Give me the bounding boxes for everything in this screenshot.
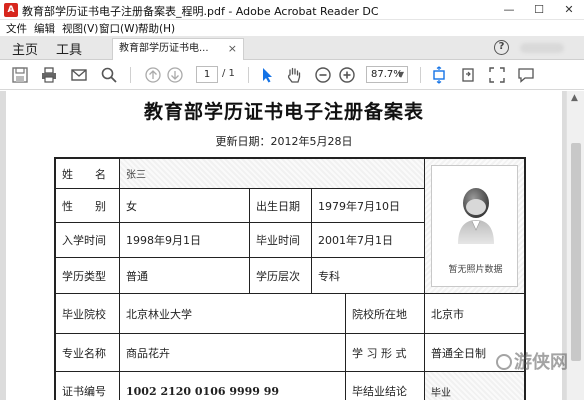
arrow-up-icon[interactable] (144, 66, 162, 84)
scroll-up-icon[interactable]: ▲ (571, 93, 578, 103)
enroll-label: 入学时间 (56, 223, 120, 258)
avatar-placeholder-icon (458, 188, 494, 244)
menu-bar: 文件 编辑 视图(V) 窗口(W) 帮助(H) (0, 20, 584, 36)
toolbar-divider (420, 67, 421, 83)
birth-label: 出生日期 (250, 189, 312, 223)
enroll-value: 1998年9月1日 (120, 223, 250, 258)
cursor-icon[interactable] (258, 66, 276, 84)
tab-bar: 主页 工具 教育部学历证书电... × ? (0, 36, 584, 60)
title-bar: A 教育部学历证书电子注册备案表_程明.pdf - Adobe Acrobat … (0, 0, 584, 20)
zoom-select[interactable]: 87.7% ▼ (366, 66, 408, 83)
birth-value: 1979年7月10日 (312, 189, 425, 223)
name-value: 张三 (120, 159, 425, 189)
major-label: 专业名称 (56, 334, 120, 372)
page-total: / 1 (222, 68, 235, 79)
toolbar-divider (130, 67, 131, 83)
study-form-label: 学 习 形 式 (346, 334, 425, 372)
save-icon[interactable] (11, 66, 29, 84)
graduate-value: 2001年7月1日 (312, 223, 425, 258)
document-title: 教育部学历证书电子注册备案表 (143, 101, 424, 123)
photo-cell: 暂无照片数据 (425, 159, 524, 294)
cert-value: 1002 2120 0106 9999 99 (120, 372, 346, 400)
zoom-out-icon[interactable] (314, 66, 332, 84)
pdf-page: 教育部学历证书电子注册备案表 更新日期：2012年5月28日 姓 名 张三 性 … (6, 91, 562, 400)
watermark-text: 游侠网 (514, 352, 568, 373)
graduate-label: 毕业时间 (250, 223, 312, 258)
vertical-scrollbar[interactable]: ▲ (566, 91, 584, 400)
hand-icon[interactable] (285, 66, 303, 84)
print-icon[interactable] (40, 66, 58, 84)
rotate-icon[interactable] (459, 66, 477, 84)
watermark-logo-icon (496, 354, 512, 370)
tab-tools[interactable]: 工具 (56, 39, 82, 58)
menu-file[interactable]: 文件 (6, 21, 27, 36)
update-date: 更新日期：2012年5月28日 (215, 135, 353, 148)
arrow-down-icon[interactable] (166, 66, 184, 84)
chevron-down-icon: ▼ (397, 70, 404, 79)
menu-edit[interactable]: 编辑 (34, 21, 55, 36)
window-title: 教育部学历证书电子注册备案表_程明.pdf - Adobe Acrobat Re… (22, 5, 379, 18)
search-icon[interactable] (100, 66, 118, 84)
zoom-in-icon[interactable] (338, 66, 356, 84)
cert-label: 证书编号 (56, 372, 120, 400)
gender-label: 性 别 (56, 189, 120, 223)
type-label: 学历类型 (56, 258, 120, 294)
location-label: 院校所在地 (346, 294, 425, 334)
comment-icon[interactable] (517, 66, 535, 84)
tab-close-icon[interactable]: × (228, 39, 237, 59)
name-label: 姓 名 (56, 159, 120, 189)
close-window-button[interactable]: ✕ (554, 0, 584, 20)
tab-home[interactable]: 主页 (12, 39, 38, 58)
scrollbar-thumb[interactable] (571, 143, 581, 361)
type-value: 普通 (120, 258, 250, 294)
gender-value: 女 (120, 189, 250, 223)
maximize-button[interactable]: ☐ (524, 0, 554, 20)
toolbar-divider (248, 67, 249, 83)
conclusion-label: 毕结业结论 (346, 372, 425, 400)
fullscreen-icon[interactable] (488, 66, 506, 84)
site-watermark: 游侠网 (496, 348, 568, 374)
account-area[interactable] (520, 43, 564, 53)
menu-help[interactable]: 帮助(H) (138, 21, 175, 36)
school-value: 北京林业大学 (120, 294, 346, 334)
toolbar: 1 / 1 87.7% ▼ (0, 60, 584, 90)
page-number-input[interactable]: 1 (196, 66, 218, 83)
fit-page-icon[interactable] (430, 66, 448, 84)
level-label: 学历层次 (250, 258, 312, 294)
location-value: 北京市 (425, 294, 524, 334)
minimize-button[interactable]: — (494, 0, 524, 20)
photo-caption: 暂无照片数据 (448, 265, 503, 275)
level-value: 专科 (312, 258, 425, 294)
email-icon[interactable] (70, 66, 88, 84)
tab-document-label: 教育部学历证书电... (119, 43, 209, 54)
registration-form: 姓 名 张三 性 别 女 出生日期 1979年7月10日 入学时间 1998年9… (54, 157, 526, 400)
school-label: 毕业院校 (56, 294, 120, 334)
menu-window[interactable]: 窗口(W) (99, 21, 139, 36)
conclusion-value: 毕业 (425, 372, 524, 400)
acrobat-app-icon: A (4, 3, 18, 17)
major-value: 商品花卉 (120, 334, 346, 372)
photo-frame: 暂无照片数据 (431, 165, 518, 287)
tab-document[interactable]: 教育部学历证书电... × (112, 38, 244, 60)
help-icon[interactable]: ? (494, 40, 509, 55)
menu-view[interactable]: 视图(V) (62, 21, 98, 36)
